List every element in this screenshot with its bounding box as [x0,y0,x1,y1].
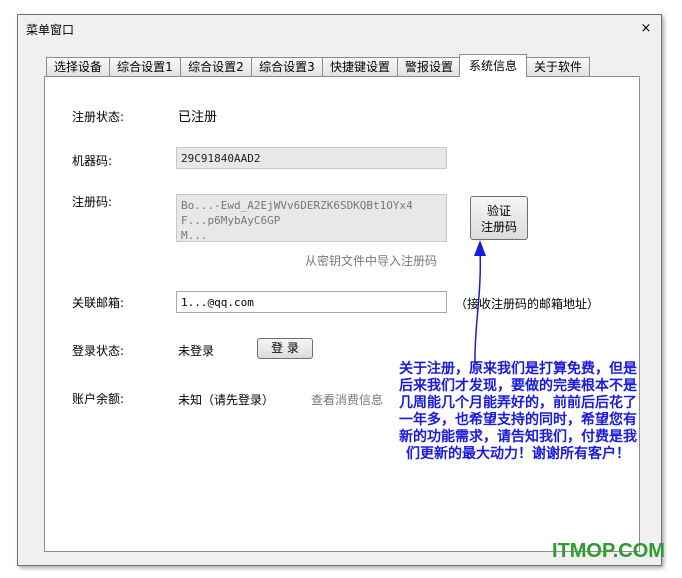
reg-code-label: 注册码: [72,195,113,209]
consume-info-link[interactable]: 查看消费信息 [311,391,383,408]
reg-code-field[interactable]: Bo...-Ewd_A2EjWVv6DERZK6SDKQBt1OYx4 F...… [176,194,447,242]
watermark: ITMOP.COM [552,540,665,562]
title-bar: 菜单窗口 × [18,15,661,43]
annotation-note: 关于注册，原来我们是打算免费，但是后来我们才发现，要做的完美根本不是几周能几个月… [399,361,637,462]
tab-general-1[interactable]: 综合设置1 [109,57,181,76]
machine-code-label: 机器码: [72,154,113,168]
reg-code-line: Bo...-Ewd_A2EjWVv6DERZK6SDKQBt1OYx4 [181,199,413,212]
machine-code-field[interactable]: 29C91840AAD2 [176,147,447,169]
tab-hotkeys[interactable]: 快捷键设置 [322,57,398,76]
tab-general-3[interactable]: 综合设置3 [251,57,323,76]
tab-about[interactable]: 关于软件 [526,57,590,76]
tab-system-info[interactable]: 系统信息 [459,54,527,77]
window-title: 菜单窗口 [26,23,75,37]
balance-label: 账户余额: [72,392,125,406]
import-key-link[interactable]: 从密钥文件中导入注册码 [305,252,437,269]
verify-button[interactable]: 验证 注册码 [470,196,528,240]
reg-status-label: 注册状态: [72,110,125,124]
email-field[interactable]: 1...@qq.com [176,291,447,313]
arrow-up-icon [474,240,486,365]
reg-code-line: F...p6MybAyC6GP [181,214,281,227]
tab-general-2[interactable]: 综合设置2 [180,57,252,76]
email-label: 关联邮箱: [72,296,125,310]
login-status-value: 未登录 [178,344,215,358]
reg-code-line: M... [181,229,208,242]
reg-status-value: 已注册 [178,110,218,125]
login-status-label: 登录状态: [72,344,125,358]
balance-value: 未知（请先登录） [178,393,275,407]
menu-window: 菜单窗口 × 选择设备 综合设置1 综合设置2 综合设置3 快捷键设置 警报设置… [17,14,662,566]
login-button[interactable]: 登 录 [257,338,313,359]
tab-select-device[interactable]: 选择设备 [46,57,110,76]
tab-alarm[interactable]: 警报设置 [397,57,461,76]
close-icon[interactable]: × [639,22,653,36]
